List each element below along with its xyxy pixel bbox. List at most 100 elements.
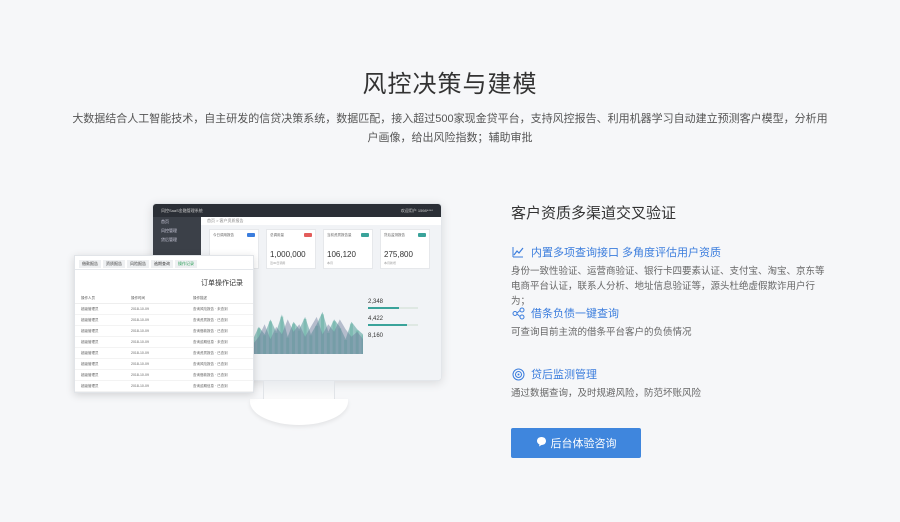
nodes-icon — [511, 306, 525, 320]
table-cell: 超级管理员 — [81, 383, 99, 388]
stat-value: 8,160 — [368, 333, 384, 339]
table-cell: 超级管理员 — [81, 350, 99, 355]
table-cell: 2018-10-09 — [131, 328, 149, 333]
tab-risk-report[interactable]: 风险报告 — [127, 260, 149, 268]
feature-item: 内置多项查询接口 多角度评估用户资质 身份一致性验证、运营商验证、银行卡四要素认… — [511, 244, 831, 309]
tab-loan-report[interactable]: 借款报告 — [79, 260, 101, 268]
tab-qualification-report[interactable]: 资质报告 — [103, 260, 125, 268]
sidebar-item-risk: 风控管理 — [161, 228, 177, 233]
table-cell: 查询风险报告 · 未查到 — [193, 306, 228, 311]
chart-line-icon — [511, 245, 525, 259]
table-cell: 2018-10-09 — [131, 350, 149, 355]
stat-value: 4,422 — [368, 316, 384, 322]
target-icon — [511, 367, 525, 381]
table-cell: 超级管理员 — [81, 361, 99, 366]
table-cell: 2018-10-09 — [131, 306, 149, 311]
table-cell: 2018-10-09 — [131, 339, 149, 344]
feature-title: 贷后监测管理 — [531, 369, 597, 381]
table-cell: 查询风险报告 · 已查到 — [193, 361, 228, 366]
report-tabs: 借款报告 资质报告 风险报告 逾期查询 操作记录 — [75, 256, 253, 270]
table-cell: 超级管理员 — [81, 372, 99, 377]
stat-item: 8,160 — [368, 333, 418, 339]
feature-title-row: 内置多项查询接口 多角度评估用户资质 — [511, 244, 831, 260]
stat-card-foot: 本月 — [327, 261, 334, 265]
table-cell: 2018-10-09 — [131, 317, 149, 322]
stat-card-3: 贷后监测报告 275,800 本月新增 — [380, 229, 430, 269]
table-row: 超级管理员 2018-10-09 查询借款报告 · 已查到 — [75, 326, 253, 337]
table-cell: 查询逾期信息 · 未查到 — [193, 339, 228, 344]
sidebar-item-home: 首页 — [161, 219, 169, 224]
feature-item: 借条负债一键查询 可查询目前主流的借条平台客户的负债情况 — [511, 305, 831, 340]
table-header: 操作人员 操作时间 操作描述 — [75, 294, 253, 304]
feature-title-row: 借条负债一键查询 — [511, 305, 831, 321]
consult-button-label: 后台体验咨询 — [550, 438, 617, 450]
operation-record-panel: 借款报告 资质报告 风险报告 逾期查询 操作记录 订单操作记录 操作人员 操作时… — [74, 255, 254, 393]
stat-card-tag — [304, 233, 312, 237]
table-cell: 查询资质报告 · 已查到 — [193, 350, 228, 355]
stat-bar-fill — [368, 307, 399, 309]
table-row: 超级管理员 2018-10-09 查询借款报告 · 已查到 — [75, 370, 253, 381]
section-description: 大数据结合人工智能技术，自主研发的信贷决策系统，数据匹配，接入超过500家现金贷… — [72, 113, 828, 144]
section-title: 风控决策与建模 — [362, 71, 538, 98]
monitor-user: 欢迎用户 1598**** — [400, 207, 433, 213]
stat-card-value: 106,120 — [327, 250, 356, 259]
sidebar-item-postloan: 贷后管理 — [161, 237, 177, 242]
column-header: 操作人员 — [81, 296, 95, 300]
stat-value: 2,348 — [368, 299, 384, 305]
stat-card-foot: 近30日调用 — [270, 261, 286, 265]
stat-bar — [368, 307, 418, 309]
table-row: 超级管理员 2018-10-09 查询逾期信息 · 已查到 — [75, 381, 253, 392]
stat-card-2: 当前资质报告量 106,120 本月 — [323, 229, 373, 269]
feature-text: 可查询目前主流的借条平台客户的负债情况 — [511, 327, 692, 338]
mini-area-chart — [253, 311, 363, 354]
table-row: 超级管理员 2018-10-09 查询风险报告 · 已查到 — [75, 359, 253, 370]
feature-item: 贷后监测管理 通过数据查询，及时规避风险，防范坏账风险 — [511, 366, 831, 401]
feature-title: 内置多项查询接口 多角度评估用户资质 — [531, 247, 722, 259]
table-row: 超级管理员 2018-10-09 查询逾期信息 · 未查到 — [75, 337, 253, 348]
stat-card-tag — [418, 233, 426, 237]
breadcrumb: 首页 > 客户资质报告 — [201, 217, 441, 225]
stat-card-foot: 本月新增 — [384, 261, 397, 265]
column-header: 操作描述 — [193, 296, 207, 300]
chat-bubble-icon — [536, 436, 547, 450]
stat-card-1: 总调用量 1,000,000 近30日调用 — [266, 229, 316, 269]
table-cell: 2018-10-09 — [131, 361, 149, 366]
monitor-brand: 风控SaaS金融管理系统 — [161, 207, 203, 213]
stat-bar — [368, 324, 418, 326]
tab-operation-record[interactable]: 操作记录 — [175, 260, 197, 268]
table-cell: 超级管理员 — [81, 328, 99, 333]
stats-list: 2,348 4,422 8,160 — [368, 299, 418, 346]
table-cell: 超级管理员 — [81, 317, 99, 322]
column-header: 操作时间 — [131, 296, 145, 300]
table-row: 超级管理员 2018-10-09 查询资质报告 · 已查到 — [75, 315, 253, 326]
table-cell: 2018-10-09 — [131, 383, 149, 388]
feature-text: 身份一致性验证、运营商验证、银行卡四要素认证、支付宝、淘宝、京东等电商平台认证，… — [511, 266, 825, 307]
feature-title-row: 贷后监测管理 — [511, 366, 831, 382]
table-row: 超级管理员 2018-10-09 查询资质报告 · 已查到 — [75, 348, 253, 359]
table-cell: 查询借款报告 · 已查到 — [193, 328, 228, 333]
stat-item: 2,348 — [368, 299, 418, 309]
table-cell: 查询借款报告 · 已查到 — [193, 372, 228, 377]
table-row: 超级管理员 2018-10-09 查询风险报告 · 未查到 — [75, 304, 253, 315]
stat-item: 4,422 — [368, 316, 418, 326]
report-title: 订单操作记录 — [201, 280, 243, 287]
monitor-topbar: 风控SaaS金融管理系统 欢迎用户 1598**** — [153, 204, 441, 217]
table-cell: 超级管理员 — [81, 339, 99, 344]
table-body: 超级管理员 2018-10-09 查询风险报告 · 未查到 超级管理员 2018-10-… — [75, 304, 253, 392]
consult-button[interactable]: 后台体验咨询 — [511, 428, 641, 458]
monitor-stand-neck — [263, 381, 335, 401]
stat-bar-fill — [368, 324, 407, 326]
table-cell: 查询资质报告 · 已查到 — [193, 317, 228, 322]
feature-text: 通过数据查询，及时规避风险，防范坏账风险 — [511, 388, 702, 399]
stat-card-tag — [361, 233, 369, 237]
table-cell: 超级管理员 — [81, 306, 99, 311]
stat-card-value: 275,800 — [384, 250, 413, 259]
feature-title: 借条负债一键查询 — [531, 308, 619, 320]
features-heading: 客户资质多渠道交叉验证 — [511, 205, 677, 222]
stat-card-value: 1,000,000 — [270, 250, 306, 259]
table-cell: 2018-10-09 — [131, 372, 149, 377]
table-cell: 查询逾期信息 · 已查到 — [193, 383, 228, 388]
tab-overdue-query[interactable]: 逾期查询 — [151, 260, 173, 268]
monitor-stand-base — [250, 399, 348, 425]
stat-card-tag — [247, 233, 255, 237]
